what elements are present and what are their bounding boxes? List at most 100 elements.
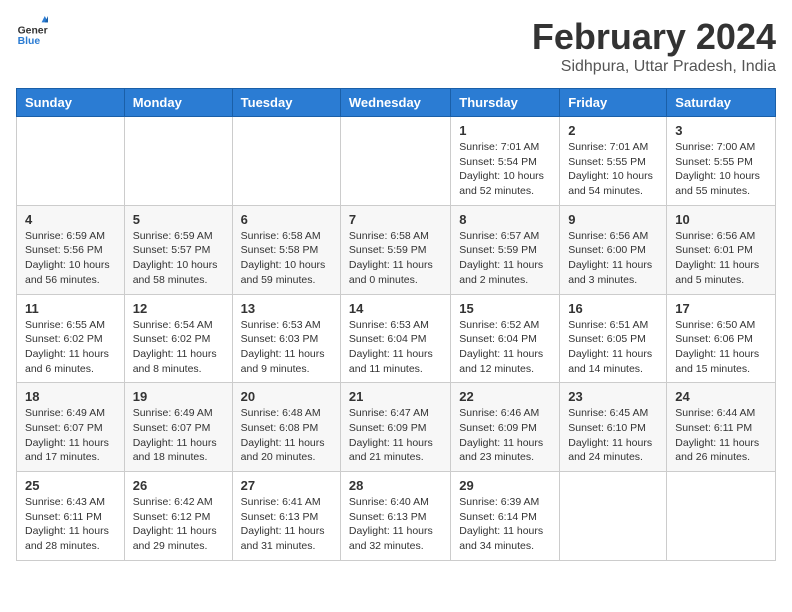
day-info: Sunrise: 6:46 AM Sunset: 6:09 PM Dayligh… (459, 406, 551, 465)
title-block: February 2024 Sidhpura, Uttar Pradesh, I… (532, 16, 776, 76)
weekday-header-monday: Monday (124, 89, 232, 117)
calendar-cell: 6 Sunrise: 6:58 AM Sunset: 5:58 PM Daylig… (232, 205, 340, 294)
day-number: 5 (133, 212, 224, 227)
day-info: Sunrise: 6:59 AM Sunset: 5:56 PM Dayligh… (25, 229, 116, 288)
calendar-cell: 16 Sunrise: 6:51 AM Sunset: 6:05 PM Dayli… (560, 294, 667, 383)
week-row-1: 1Sunrise: 7:01 AM Sunset: 5:54 PM Daylig… (17, 117, 776, 206)
day-info: Sunrise: 6:43 AM Sunset: 6:11 PM Dayligh… (25, 495, 116, 554)
day-number: 14 (349, 301, 442, 316)
day-info: Sunrise: 6:49 AM Sunset: 6:07 PM Dayligh… (133, 406, 224, 465)
day-number: 16 (568, 301, 658, 316)
day-info: Sunrise: 6:42 AM Sunset: 6:12 PM Dayligh… (133, 495, 224, 554)
calendar-cell: 20Sunrise: 6:48 AM Sunset: 6:08 PM Dayli… (232, 383, 340, 472)
calendar-cell: 26 Sunrise: 6:42 AM Sunset: 6:12 PM Dayli… (124, 472, 232, 561)
calendar-cell: 27 Sunrise: 6:41 AM Sunset: 6:13 PM Dayli… (232, 472, 340, 561)
calendar-cell: 28 Sunrise: 6:40 AM Sunset: 6:13 PM Dayli… (340, 472, 450, 561)
logo-icon: General Blue (16, 16, 48, 48)
day-info: Sunrise: 6:50 AM Sunset: 6:06 PM Dayligh… (675, 318, 767, 377)
calendar-cell: 15 Sunrise: 6:52 AM Sunset: 6:04 PM Dayli… (451, 294, 560, 383)
day-number: 26 (133, 478, 224, 493)
day-number: 2 (568, 123, 658, 138)
weekday-header-friday: Friday (560, 89, 667, 117)
day-number: 27 (241, 478, 332, 493)
calendar-cell: 10Sunrise: 6:56 AM Sunset: 6:01 PM Dayli… (667, 205, 776, 294)
calendar-cell: 17 Sunrise: 6:50 AM Sunset: 6:06 PM Dayli… (667, 294, 776, 383)
day-number: 22 (459, 389, 551, 404)
weekday-header-thursday: Thursday (451, 89, 560, 117)
day-info: Sunrise: 7:01 AM Sunset: 5:54 PM Dayligh… (459, 140, 551, 199)
calendar-cell: 4 Sunrise: 6:59 AM Sunset: 5:56 PM Daylig… (17, 205, 125, 294)
week-row-5: 25 Sunrise: 6:43 AM Sunset: 6:11 PM Dayli… (17, 472, 776, 561)
calendar-cell: 25 Sunrise: 6:43 AM Sunset: 6:11 PM Dayli… (17, 472, 125, 561)
weekday-header-wednesday: Wednesday (340, 89, 450, 117)
day-info: Sunrise: 7:00 AM Sunset: 5:55 PM Dayligh… (675, 140, 767, 199)
calendar-cell: 13 Sunrise: 6:53 AM Sunset: 6:03 PM Dayli… (232, 294, 340, 383)
calendar-cell: 23Sunrise: 6:45 AM Sunset: 6:10 PM Dayli… (560, 383, 667, 472)
calendar-cell (17, 117, 125, 206)
day-number: 24 (675, 389, 767, 404)
week-row-2: 4 Sunrise: 6:59 AM Sunset: 5:56 PM Daylig… (17, 205, 776, 294)
day-number: 8 (459, 212, 551, 227)
day-number: 23 (568, 389, 658, 404)
calendar-cell: 8Sunrise: 6:57 AM Sunset: 5:59 PM Daylig… (451, 205, 560, 294)
calendar-cell: 7 Sunrise: 6:58 AM Sunset: 5:59 PM Daylig… (340, 205, 450, 294)
day-info: Sunrise: 6:52 AM Sunset: 6:04 PM Dayligh… (459, 318, 551, 377)
calendar-cell (340, 117, 450, 206)
week-row-4: 18 Sunrise: 6:49 AM Sunset: 6:07 PM Dayli… (17, 383, 776, 472)
page-header: General Blue February 2024 Sidhpura, Utt… (16, 16, 776, 76)
calendar-cell: 11 Sunrise: 6:55 AM Sunset: 6:02 PM Dayli… (17, 294, 125, 383)
calendar-cell: 5 Sunrise: 6:59 AM Sunset: 5:57 PM Daylig… (124, 205, 232, 294)
day-number: 11 (25, 301, 116, 316)
day-number: 13 (241, 301, 332, 316)
calendar-table: SundayMondayTuesdayWednesdayThursdayFrid… (16, 88, 776, 561)
calendar-cell: 22 Sunrise: 6:46 AM Sunset: 6:09 PM Dayli… (451, 383, 560, 472)
day-number: 21 (349, 389, 442, 404)
day-number: 6 (241, 212, 332, 227)
calendar-cell: 19 Sunrise: 6:49 AM Sunset: 6:07 PM Dayli… (124, 383, 232, 472)
day-number: 29 (459, 478, 551, 493)
calendar-cell: 1Sunrise: 7:01 AM Sunset: 5:54 PM Daylig… (451, 117, 560, 206)
calendar-cell: 24 Sunrise: 6:44 AM Sunset: 6:11 PM Dayli… (667, 383, 776, 472)
day-info: Sunrise: 6:47 AM Sunset: 6:09 PM Dayligh… (349, 406, 442, 465)
day-number: 19 (133, 389, 224, 404)
svg-text:General: General (18, 26, 48, 37)
day-number: 12 (133, 301, 224, 316)
day-number: 18 (25, 389, 116, 404)
day-number: 7 (349, 212, 442, 227)
day-info: Sunrise: 6:41 AM Sunset: 6:13 PM Dayligh… (241, 495, 332, 554)
day-info: Sunrise: 6:56 AM Sunset: 6:00 PM Dayligh… (568, 229, 658, 288)
calendar-cell: 3 Sunrise: 7:00 AM Sunset: 5:55 PM Daylig… (667, 117, 776, 206)
weekday-header-row: SundayMondayTuesdayWednesdayThursdayFrid… (17, 89, 776, 117)
day-info: Sunrise: 6:59 AM Sunset: 5:57 PM Dayligh… (133, 229, 224, 288)
day-number: 15 (459, 301, 551, 316)
day-info: Sunrise: 6:53 AM Sunset: 6:03 PM Dayligh… (241, 318, 332, 377)
day-number: 3 (675, 123, 767, 138)
month-title: February 2024 (532, 16, 776, 58)
day-info: Sunrise: 6:54 AM Sunset: 6:02 PM Dayligh… (133, 318, 224, 377)
day-number: 28 (349, 478, 442, 493)
location-subtitle: Sidhpura, Uttar Pradesh, India (532, 58, 776, 76)
day-info: Sunrise: 6:40 AM Sunset: 6:13 PM Dayligh… (349, 495, 442, 554)
calendar-cell: 14Sunrise: 6:53 AM Sunset: 6:04 PM Dayli… (340, 294, 450, 383)
day-info: Sunrise: 6:44 AM Sunset: 6:11 PM Dayligh… (675, 406, 767, 465)
day-info: Sunrise: 6:39 AM Sunset: 6:14 PM Dayligh… (459, 495, 551, 554)
day-number: 4 (25, 212, 116, 227)
day-info: Sunrise: 6:58 AM Sunset: 5:58 PM Dayligh… (241, 229, 332, 288)
calendar-cell: 2 Sunrise: 7:01 AM Sunset: 5:55 PM Daylig… (560, 117, 667, 206)
day-info: Sunrise: 6:55 AM Sunset: 6:02 PM Dayligh… (25, 318, 116, 377)
weekday-header-tuesday: Tuesday (232, 89, 340, 117)
calendar-cell (124, 117, 232, 206)
day-info: Sunrise: 7:01 AM Sunset: 5:55 PM Dayligh… (568, 140, 658, 199)
svg-text:Blue: Blue (18, 36, 41, 47)
day-number: 17 (675, 301, 767, 316)
calendar-cell: 18Sunrise: 6:49 AM Sunset: 6:07 PM Dayli… (17, 383, 125, 472)
day-info: Sunrise: 6:48 AM Sunset: 6:08 PM Dayligh… (241, 406, 332, 465)
calendar-cell (232, 117, 340, 206)
logo: General Blue (16, 16, 48, 48)
day-number: 25 (25, 478, 116, 493)
day-info: Sunrise: 6:58 AM Sunset: 5:59 PM Dayligh… (349, 229, 442, 288)
weekday-header-saturday: Saturday (667, 89, 776, 117)
day-info: Sunrise: 6:56 AM Sunset: 6:01 PM Dayligh… (675, 229, 767, 288)
calendar-cell: 21 Sunrise: 6:47 AM Sunset: 6:09 PM Dayli… (340, 383, 450, 472)
day-info: Sunrise: 6:51 AM Sunset: 6:05 PM Dayligh… (568, 318, 658, 377)
